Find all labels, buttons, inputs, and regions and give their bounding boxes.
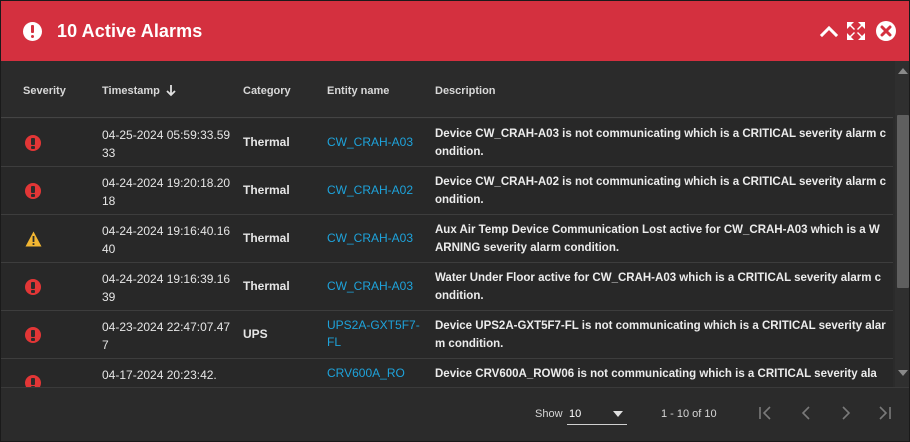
critical-severity-icon [25,183,41,199]
row-description: Water Under Floor active for CW_CRAH-A03… [435,272,882,302]
row-timestamp: 04-24-2024 19:16:40.1640 [102,224,231,256]
table-row[interactable]: 04-25-2024 05:59:33.5933 Thermal CW_CRAH… [1,119,893,167]
column-header-timestamp-label: Timestamp [102,85,160,97]
scroll-up-icon[interactable] [898,67,908,75]
pagination-range: 1 - 10 of 10 [661,408,717,420]
chevron-up-icon [819,25,839,38]
first-page-icon [759,406,771,420]
page-size-value: 10 [569,408,582,420]
scroll-down-icon[interactable] [898,369,908,377]
critical-severity-icon [25,279,41,295]
collapse-button[interactable] [816,18,842,44]
alarms-panel: 10 Active Alarms Severity Timestamp Cate… [0,0,910,442]
table-row[interactable]: 04-23-2024 22:47:07.477 UPS UPS2A-GXT5F7… [1,311,893,359]
row-entity-link[interactable]: CW_CRAH-A03 [327,134,423,151]
pagination-footer: Show 10 1 - 10 of 10 [1,387,909,441]
table-body: 04-25-2024 05:59:33.5933 Thermal CW_CRAH… [1,119,893,387]
chevron-left-icon [801,406,810,420]
table-row[interactable]: 04-24-2024 19:20:18.2018 Thermal CW_CRAH… [1,167,893,215]
row-description: Device CW_CRAH-A03 is not communicating … [435,128,886,158]
row-entity-link[interactable]: CW_CRAH-A03 [327,278,423,295]
row-entity-link[interactable]: UPS2A-GXT5F7-FL [327,317,423,351]
row-timestamp: 04-24-2024 19:16:39.1639 [102,272,231,304]
previous-page-button[interactable] [797,404,815,422]
last-page-button[interactable] [875,404,893,422]
next-page-button[interactable] [837,404,855,422]
show-label: Show [535,408,563,420]
column-header-entity-name[interactable]: Entity name [327,85,389,97]
close-icon [876,21,896,41]
column-header-category[interactable]: Category [243,85,291,97]
panel-title: 10 Active Alarms [57,21,203,41]
critical-severity-icon [25,327,41,343]
critical-severity-icon [25,135,41,151]
table-row[interactable]: 04-24-2024 19:16:40.1640 Thermal CW_CRAH… [1,215,893,263]
table-row[interactable]: 04-24-2024 19:16:39.1639 Thermal CW_CRAH… [1,263,893,311]
chevron-right-icon [842,406,851,420]
row-entity-link[interactable]: CRV600A_RO [327,365,423,382]
row-timestamp: 04-17-2024 20:23:42. [102,368,217,382]
expand-button[interactable] [843,18,869,44]
row-description: Device UPS2A-GXT5F7-FL is not communicat… [435,320,886,350]
expand-icon [847,22,865,40]
row-category: Thermal [243,231,290,245]
warning-severity-icon [25,231,42,247]
close-button[interactable] [873,18,899,44]
row-category: Thermal [243,279,290,293]
row-entity-link[interactable]: CW_CRAH-A02 [327,182,423,199]
row-category: Thermal [243,135,290,149]
alert-icon [23,22,42,41]
row-category: UPS [243,327,268,341]
table-header: Severity Timestamp Category Entity name … [1,61,893,118]
arrow-down-icon [166,85,176,97]
last-page-icon [879,406,891,420]
column-header-timestamp[interactable]: Timestamp [102,85,176,97]
row-timestamp: 04-25-2024 05:59:33.5933 [102,128,231,160]
row-entity-link[interactable]: CW_CRAH-A03 [327,230,423,247]
column-header-severity[interactable]: Severity [23,85,66,97]
alarms-table: Severity Timestamp Category Entity name … [1,61,893,387]
panel-header: 10 Active Alarms [1,1,909,61]
row-description: Device CW_CRAH-A02 is not communicating … [435,176,886,206]
row-timestamp: 04-23-2024 22:47:07.477 [102,320,231,352]
row-description: Aux Air Temp Device Communication Lost a… [435,224,880,254]
table-row[interactable]: 04-17-2024 20:23:42. CRV600A_RO Device C… [1,359,893,387]
critical-severity-icon [25,375,41,387]
page-size-select[interactable]: 10 [567,403,627,425]
chevron-down-icon [613,411,623,417]
first-page-button[interactable] [757,404,775,422]
row-description: Device CRV600A_ROW06 is not communicatin… [435,368,877,380]
vertical-scrollbar[interactable] [895,61,909,387]
row-category: Thermal [243,183,290,197]
scrollbar-thumb[interactable] [897,115,909,288]
row-timestamp: 04-24-2024 19:20:18.2018 [102,176,231,208]
column-header-description[interactable]: Description [435,85,496,97]
